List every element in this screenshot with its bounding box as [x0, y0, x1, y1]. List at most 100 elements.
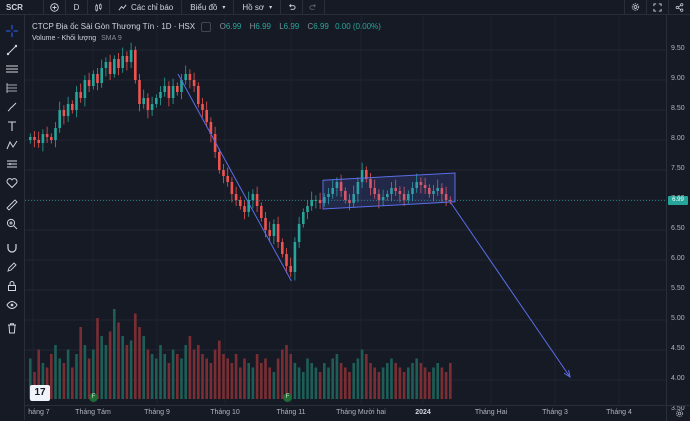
volume-bar [188, 336, 192, 399]
redo-button[interactable] [303, 0, 326, 14]
pitchfork-tool[interactable] [4, 80, 19, 95]
trend-line-icon [6, 44, 17, 55]
profile-button[interactable]: Hồ sơ ▾ [234, 0, 282, 14]
candle-body [302, 212, 305, 224]
candle-body [71, 104, 74, 110]
top-toolbar: SCR D Các chỉ báo Biểu đồ ▾ Hồ sơ ▾ [0, 0, 690, 15]
volume-bar [96, 318, 99, 399]
volume-bar [318, 372, 322, 399]
candle-body [272, 224, 276, 236]
volume-bar [415, 358, 418, 399]
volume-bar [167, 363, 171, 399]
volume-bar [230, 363, 234, 399]
event-badge-financials[interactable]: F [89, 393, 98, 402]
volume-bar [163, 354, 166, 399]
share-button[interactable] [668, 0, 690, 14]
fullscreen-icon [653, 2, 662, 12]
event-badge-financials[interactable]: F [283, 393, 292, 402]
undo-button[interactable] [281, 0, 304, 14]
undo-icon [289, 3, 296, 10]
volume-bar [125, 345, 129, 399]
prediction-tool[interactable] [4, 156, 19, 171]
crosshair-tool[interactable] [4, 23, 19, 38]
share-icon [675, 2, 684, 12]
volume-bar [297, 367, 301, 399]
tradingview-logo[interactable]: 17 [30, 385, 50, 401]
candle-body [37, 140, 40, 143]
volume-label: Volume - Khối lượng [32, 35, 97, 42]
favorites-tool[interactable] [4, 175, 19, 190]
candle-body [58, 110, 61, 128]
magnet-tool[interactable] [4, 240, 19, 255]
volume-bar [218, 340, 221, 399]
candle-body [41, 134, 45, 143]
volume-bar [360, 349, 364, 399]
volume-bar [423, 367, 427, 399]
candle-body [54, 128, 57, 140]
candle-body [113, 59, 116, 74]
time-scale-label: Tháng 10 [210, 409, 240, 416]
stay-drawing-tool[interactable] [4, 259, 19, 274]
volume-bar [444, 372, 448, 399]
candle-body [83, 80, 87, 98]
volume-bar [268, 367, 271, 399]
volume-bar [390, 358, 393, 399]
volume-bar [281, 349, 284, 399]
brush-tool[interactable] [4, 99, 19, 114]
parallel-channel [322, 172, 456, 210]
volume-bar [222, 354, 225, 399]
symbol-button[interactable]: SCR [0, 0, 44, 14]
time-scale-label: 2024 [415, 409, 431, 416]
zoom-tool[interactable] [4, 216, 19, 231]
add-symbol-button[interactable] [44, 0, 66, 14]
candle-body [75, 92, 78, 110]
candle-body [62, 110, 66, 116]
time-scale-label: Tháng 9 [144, 409, 170, 416]
fullscreen-button[interactable] [646, 0, 668, 14]
lock-icon [7, 280, 16, 291]
candle-body [121, 56, 124, 68]
price-scale[interactable]: 9.509.008.508.007.507.006.506.005.505.00… [666, 15, 690, 412]
candle-body [251, 194, 255, 200]
symbol-legend: CTCP Địa ốc Sài Gòn Thương Tín · 1D · HS… [32, 22, 381, 32]
price-chart[interactable] [25, 15, 666, 405]
lock-drawings-tool[interactable] [4, 278, 19, 293]
volume-bar [428, 372, 431, 399]
candle-body [226, 176, 229, 182]
volume-bar [176, 354, 179, 399]
legend-low: 6.99 [283, 22, 300, 32]
volume-bar [117, 322, 120, 399]
indicators-button[interactable]: Các chỉ báo [110, 0, 183, 14]
volume-bar [79, 327, 82, 399]
volume-bar [134, 313, 137, 399]
hide-drawings-tool[interactable] [4, 297, 19, 312]
candle-body [260, 206, 263, 218]
interval-button[interactable]: D [66, 0, 88, 14]
ruler-icon [5, 198, 18, 211]
price-scale-label: 5.50 [671, 285, 685, 292]
price-scale-label: 8.50 [671, 105, 685, 112]
candle-body [134, 50, 137, 80]
text-tool[interactable] [4, 118, 19, 133]
pattern-tool[interactable] [4, 137, 19, 152]
candle-body [50, 137, 53, 140]
volume-bar [113, 309, 116, 399]
volume-bar [289, 354, 292, 399]
candle-body [222, 170, 225, 176]
trend-line-tool[interactable] [4, 42, 19, 57]
chart-type-button[interactable] [88, 0, 110, 14]
candle-body [171, 86, 175, 98]
candle-body [142, 98, 145, 104]
volume-bar [348, 372, 351, 399]
ruler-tool[interactable] [4, 197, 19, 212]
volume-bar [327, 367, 330, 399]
remove-drawings-tool[interactable] [4, 320, 19, 335]
settings-button[interactable] [624, 0, 646, 14]
volume-bar [83, 345, 87, 399]
scale-settings-button[interactable] [666, 405, 690, 421]
candle-body [125, 56, 129, 62]
layout-button[interactable]: Biểu đồ ▾ [182, 0, 235, 14]
time-scale[interactable]: háng 7 Tháng Tám Tháng 9 Tháng 10 Tháng 11 Th… [25, 405, 666, 421]
horizontal-lines-tool[interactable] [4, 61, 19, 76]
brush-icon [7, 102, 16, 111]
